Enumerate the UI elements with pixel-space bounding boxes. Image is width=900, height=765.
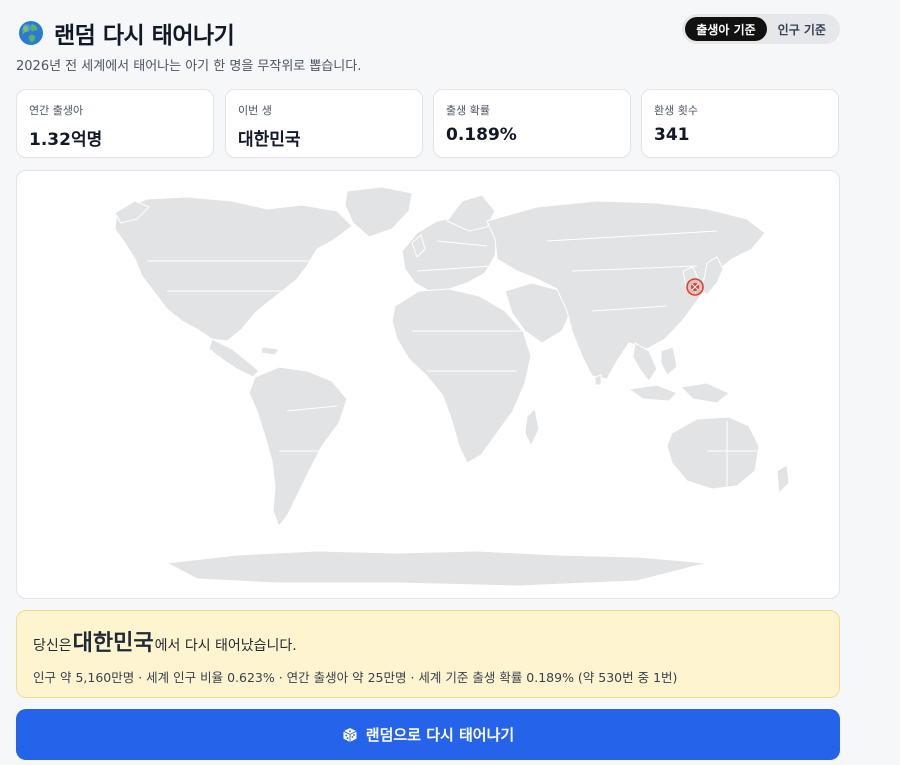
result-suffix: 에서 다시 태어났습니다. <box>154 638 297 654</box>
land-masses <box>114 186 790 587</box>
stat-value: 1.32억명 <box>29 130 103 150</box>
stat-label: 이번 생 <box>238 104 272 117</box>
result-panel: 당신은 대한민국 에서 다시 태어났습니다. 인구 약 5,160만명 · 세계… <box>16 610 840 698</box>
reroll-button[interactable]: 랜덤으로 다시 태어나기 <box>16 709 840 760</box>
stat-value: 341 <box>654 125 690 145</box>
header: 랜덤 다시 태어나기 출생아 기준 인구 기준 <box>16 14 840 50</box>
land-central-america <box>208 338 260 378</box>
land-antarctica <box>165 550 708 587</box>
result-headline: 당신은 대한민국 에서 다시 태어났습니다. <box>33 625 823 657</box>
land-south-america <box>248 366 348 527</box>
reroll-button-label: 랜덤으로 다시 태어나기 <box>365 726 515 744</box>
stat-label: 연간 출생아 <box>29 104 84 117</box>
location-pin-icon[interactable] <box>686 278 704 296</box>
land-australia <box>666 416 760 490</box>
land-africa <box>391 288 532 464</box>
toggle-births[interactable]: 출생아 기준 <box>685 17 767 41</box>
page-subtitle: 2026년 전 세계에서 태어나는 아기 한 명을 무작위로 뽑습니다. <box>16 59 362 74</box>
basis-toggle: 출생아 기준 인구 기준 <box>682 14 840 44</box>
stat-value: 0.189% <box>446 125 517 145</box>
world-map <box>16 170 840 599</box>
stat-label: 환생 횟수 <box>654 104 698 117</box>
stat-card-annual-births: 연간 출생아 1.32억명 <box>16 89 214 158</box>
dice-icon <box>343 727 357 742</box>
stat-label: 출생 확률 <box>446 104 490 117</box>
stats-row: 연간 출생아 1.32억명 이번 생 대한민국 출생 확률 0.189% 환생 … <box>16 89 840 159</box>
land-greenland <box>344 186 413 238</box>
toggle-population[interactable]: 인구 기준 <box>767 17 837 41</box>
result-prefix: 당신은 <box>33 638 72 654</box>
result-country: 대한민국 <box>72 631 154 656</box>
stat-card-this-life: 이번 생 대한민국 <box>225 89 423 158</box>
result-detail: 인구 약 5,160만명 · 세계 인구 비율 0.623% · 연간 출생아 … <box>33 670 678 685</box>
globe-icon <box>19 21 43 45</box>
land-north-america <box>114 196 353 342</box>
world-map-svg <box>114 186 790 587</box>
stat-card-reincarnations: 환생 횟수 341 <box>641 89 839 158</box>
title-wrap: 랜덤 다시 태어나기 <box>18 16 235 50</box>
stat-value: 대한민국 <box>238 130 301 150</box>
stat-card-probability: 출생 확률 0.189% <box>433 89 631 158</box>
page-title: 랜덤 다시 태어나기 <box>54 23 235 49</box>
